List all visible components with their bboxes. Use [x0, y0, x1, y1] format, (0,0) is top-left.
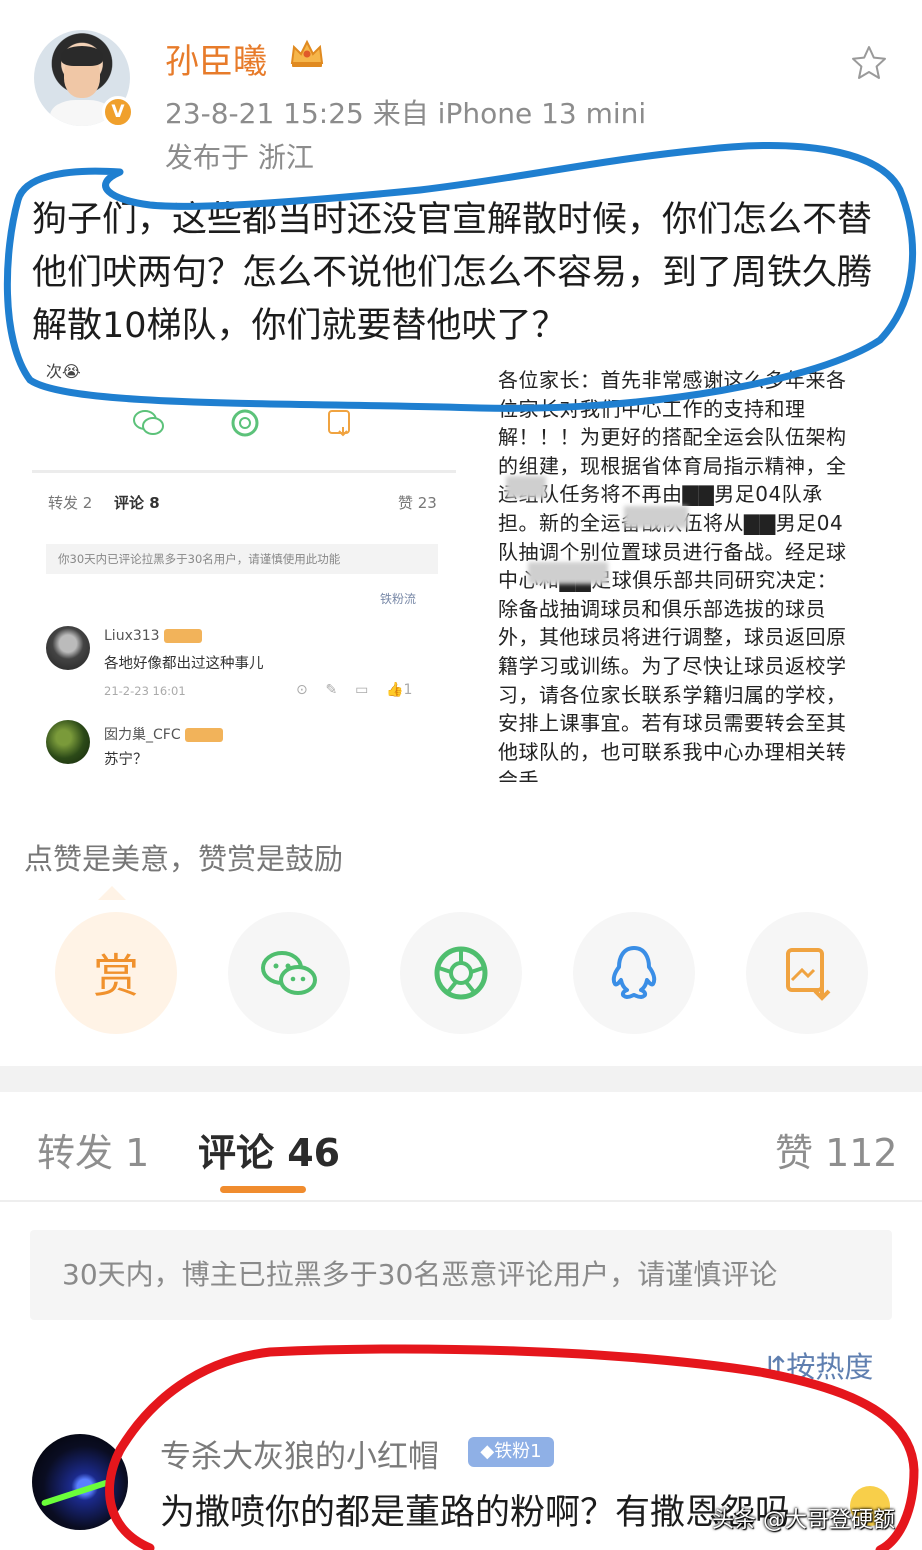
- watermark: 头条 @大哥登硬额: [712, 1508, 895, 1533]
- wechat-icon: [261, 951, 317, 995]
- embedded-comment-text: 各地好像都出过这种事儿: [104, 656, 264, 672]
- comment-text: 为撒喷你的都是董路的粉啊？有撒恩怨吗: [160, 1493, 791, 1533]
- section-divider: [0, 1066, 922, 1092]
- redaction-blur: [528, 562, 608, 584]
- post-location: 发布于 浙江: [165, 141, 314, 174]
- redaction-blur: [506, 476, 546, 498]
- author-name[interactable]: 孙臣曦: [165, 34, 267, 83]
- sort-icon: ⇵: [762, 1350, 787, 1384]
- verified-badge-icon: V: [102, 96, 134, 128]
- reward-hint: 点赞是美意，赞赏是鼓励: [24, 842, 344, 876]
- embedded-tab-reposts: 转发 2: [48, 494, 93, 512]
- embedded-screenshot[interactable]: 次😭 转发 2 评论 8 赞 23 你30天内已评论拉黑多于30名用户，请谨慎使…: [24, 350, 894, 782]
- save-image-icon: [786, 948, 831, 1001]
- commenter-avatar[interactable]: [32, 1434, 128, 1530]
- save-image-icon: [328, 410, 350, 437]
- tab-likes[interactable]: 赞 112: [775, 1122, 898, 1177]
- embedded-text-fragment: 次😭: [46, 362, 81, 381]
- post-text: 狗子们，这些都当时还没官宣解散时候，你们怎么不替他们吠两句？怎么不说他们怎么不容…: [32, 200, 873, 346]
- crown-icon: [290, 39, 324, 67]
- redaction-blur: [624, 506, 688, 528]
- embedded-weibo-screenshot: 次😭 转发 2 评论 8 赞 23 你30天内已评论拉黑多于30名用户，请谨慎使…: [24, 350, 464, 782]
- embedded-commenter-avatar: [46, 626, 90, 670]
- qq-icon: [611, 946, 657, 999]
- tab-reposts[interactable]: 转发 1: [37, 1122, 149, 1177]
- block-notice: 30天内，博主已拉黑多于30名恶意评论用户，请谨慎评论: [30, 1230, 892, 1320]
- wechat-icon: [133, 410, 164, 435]
- share-wechat-button[interactable]: [228, 912, 350, 1034]
- reward-label: 赏: [93, 949, 139, 1003]
- moments-icon: [434, 946, 488, 1000]
- divider: [32, 470, 456, 473]
- embedded-commenter-name: Liux313: [104, 628, 202, 644]
- moments-icon: [231, 409, 259, 437]
- embedded-comment-time: 21-2-23 16:01: [104, 684, 186, 698]
- tab-comments[interactable]: 评论 46: [198, 1122, 340, 1177]
- fan-badge: ◆铁粉1: [468, 1437, 554, 1467]
- active-tab-indicator: [220, 1186, 306, 1193]
- embedded-commenter-avatar: [46, 720, 90, 764]
- embedded-commenter-name: 囡力巢_CFC: [104, 724, 223, 744]
- save-image-button[interactable]: [746, 912, 868, 1034]
- hint-pointer: [98, 886, 126, 900]
- share-moments-button[interactable]: [400, 912, 522, 1034]
- sort-toggle[interactable]: ⇵按热度: [762, 1344, 873, 1386]
- embedded-comment-text: 苏宁？: [104, 752, 148, 768]
- reward-button[interactable]: 赏: [55, 912, 177, 1034]
- embedded-notice-document: 各位家长：首先非常感谢这么多年来各位家长对我们中心工作的支持和理解！！！为更好的…: [492, 350, 884, 782]
- favorite-star-icon[interactable]: [850, 44, 888, 82]
- embedded-sort: 铁粉流: [380, 592, 417, 606]
- diamond-icon: ◆: [480, 1441, 495, 1462]
- divider: [0, 1200, 922, 1202]
- commenter-name[interactable]: 专杀大灰狼的小红帽: [160, 1431, 439, 1476]
- post-meta: 23-8-21 15:25 来自 iPhone 13 mini: [165, 97, 647, 130]
- embedded-tab-likes: 赞 23: [398, 494, 437, 512]
- embedded-tab-comments: 评论 8: [114, 494, 160, 512]
- sort-label: 按热度: [786, 1350, 874, 1384]
- embedded-comment-actions: ⊙ ✎ ▭ 👍1: [296, 682, 413, 698]
- share-qq-button[interactable]: [573, 912, 695, 1034]
- embedded-notice: 你30天内已评论拉黑多于30名用户，请谨慎使用此功能: [46, 544, 438, 574]
